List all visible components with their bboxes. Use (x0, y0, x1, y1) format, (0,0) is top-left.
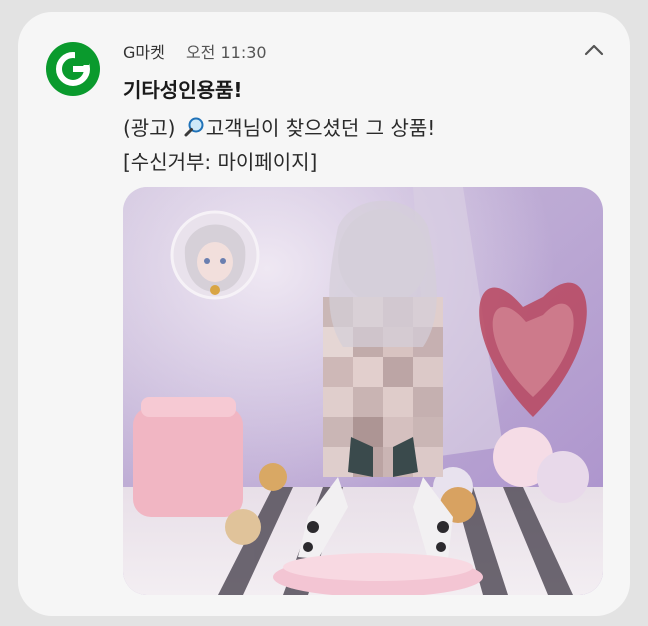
notification-card[interactable]: G마켓 오전 11:30 기타성인용품! (광고) 고객님이 찾으셨던 그 상품… (18, 12, 630, 616)
chevron-up-icon[interactable] (582, 40, 606, 58)
notification-message: (광고) 고객님이 찾으셨던 그 상품! (123, 112, 435, 141)
magnifier-icon (183, 116, 205, 138)
gmarket-logo-icon (46, 42, 100, 96)
opt-out-text: [수신거부: 마이페이지] (123, 150, 318, 174)
notification-image[interactable] (123, 187, 603, 595)
ad-label: (광고) (123, 116, 176, 140)
notification-header: G마켓 오전 11:30 (123, 39, 267, 63)
notification-title: 기타성인용품! (123, 78, 243, 102)
message-text: 고객님이 찾으셨던 그 상품! (205, 116, 436, 140)
app-name: G마켓 (123, 43, 165, 62)
notification-time: 오전 11:30 (185, 43, 267, 62)
